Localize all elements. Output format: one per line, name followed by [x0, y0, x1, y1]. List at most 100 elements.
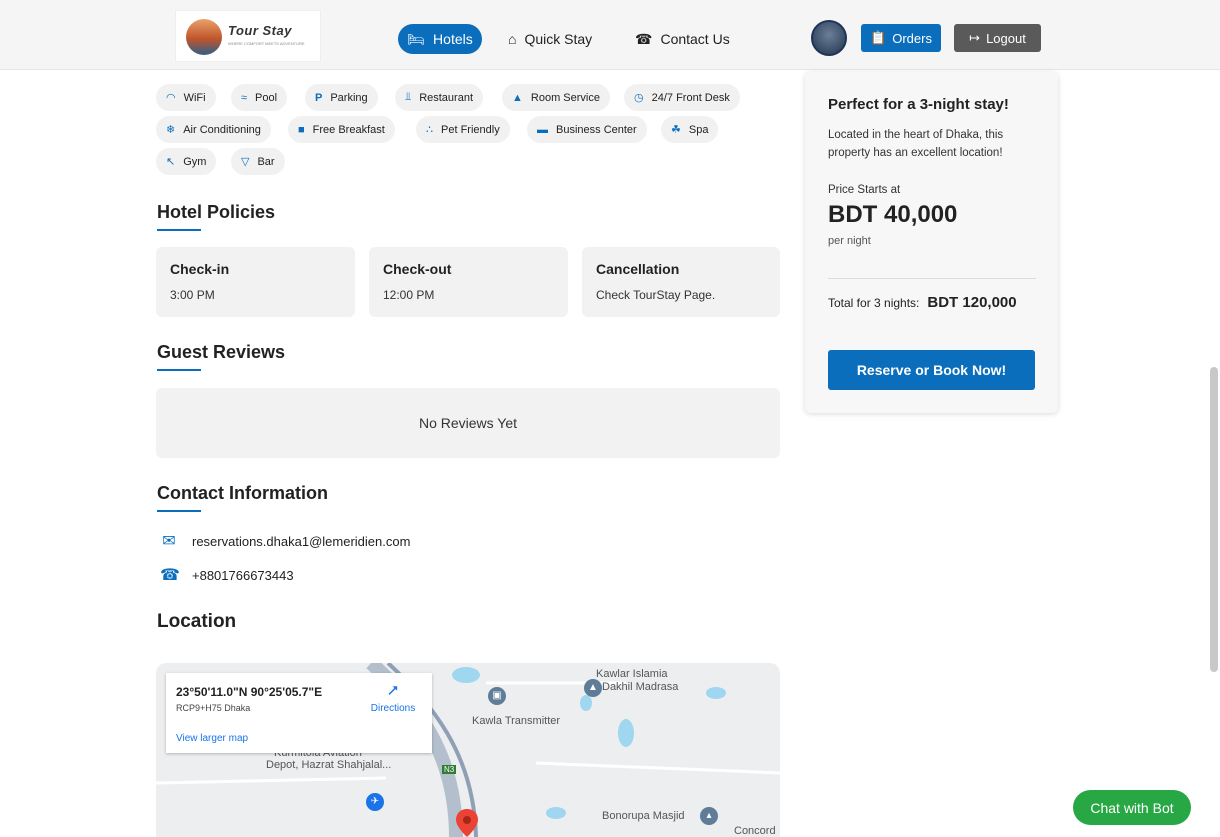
chat-with-bot-button[interactable]: Chat with Bot	[1073, 790, 1191, 825]
amenity-parking: P Parking	[305, 84, 378, 111]
amenity-free-breakfast: ■ Free Breakfast	[288, 116, 395, 143]
amenity-restaurant: ⫫ Restaurant	[395, 84, 483, 111]
cocktail-icon: ▽	[241, 156, 250, 168]
briefcase-icon: ▬	[537, 123, 548, 136]
total-label: Total for 3 nights:	[828, 296, 920, 310]
per-night-label: per night	[828, 235, 871, 247]
view-larger-map-link[interactable]: View larger map	[176, 733, 248, 744]
logo-sun-icon	[186, 19, 222, 55]
orders-button[interactable]: 📋 Orders	[861, 24, 941, 52]
pool-icon: ≈	[241, 91, 248, 104]
policy-title: Check-out	[383, 261, 452, 277]
amenity-label: Gym	[183, 155, 207, 168]
house-icon: ⌂	[508, 31, 517, 47]
amenity-label: 24/7 Front Desk	[651, 91, 730, 104]
coffee-icon: ■	[298, 123, 305, 136]
paw-icon: ∴	[426, 124, 433, 136]
map-label: Concord	[734, 825, 776, 837]
booking-divider	[828, 278, 1036, 279]
utensils-icon: ⫫	[405, 91, 412, 103]
mosque-icon[interactable]: ▴	[700, 807, 718, 825]
map-label: Kawlar Islamia	[596, 668, 668, 680]
logout-icon: ↦	[969, 30, 981, 45]
amenity-label: Pool	[255, 91, 278, 104]
amenity-label: WiFi	[183, 91, 206, 104]
phone-icon: ☎	[635, 30, 653, 47]
spa-icon: ☘	[671, 124, 681, 136]
amenity-front-desk: ◷ 24/7 Front Desk	[624, 84, 740, 111]
amenity-label: Room Service	[530, 91, 600, 104]
booking-description: Located in the heart of Dhaka, this prop…	[828, 129, 1004, 159]
top-navbar: Tour Stay WHERE COMFORT MEETS ADVENTURE …	[0, 0, 1220, 70]
snowflake-icon: ❄	[166, 124, 176, 136]
amenity-wifi: ◠ WiFi	[156, 84, 216, 111]
map-plus-code: RCP9+H75 Dhaka	[176, 703, 251, 713]
clipboard-icon: 📋	[870, 30, 887, 45]
landmark-icon[interactable]: ▣	[488, 687, 506, 705]
amenity-label: Spa	[688, 123, 709, 136]
nav-hotels-label: Hotels	[433, 31, 473, 47]
clock-icon: ◷	[634, 92, 644, 104]
amenity-label: Pet Friendly	[441, 123, 500, 136]
amenity-label: Bar	[257, 155, 275, 168]
school-icon[interactable]: ▲	[584, 679, 602, 697]
amenity-air-conditioning: ❄ Air Conditioning	[156, 116, 271, 143]
contact-email-row[interactable]: ✉ reservations.dhaka1@lemeridien.com	[160, 531, 410, 551]
nav-quick-stay[interactable]: ⌂ Quick Stay	[508, 24, 592, 54]
map-label: Depot, Hazrat Shahjalal...	[266, 759, 392, 771]
contact-email: reservations.dhaka1@lemeridien.com	[192, 533, 411, 549]
contact-phone: +8801766673443	[192, 567, 294, 583]
map-label: Bonorupa Masjid	[602, 810, 685, 822]
policy-value: 12:00 PM	[383, 288, 435, 302]
user-avatar[interactable]	[811, 20, 847, 56]
logout-button[interactable]: ↦ Logout	[954, 24, 1041, 52]
map-label: Kawla Transmitter	[472, 715, 561, 727]
amenity-bar: ▽ Bar	[231, 148, 285, 175]
reviews-heading: Guest Reviews	[157, 342, 286, 362]
price-value: BDT 40,000	[828, 201, 958, 228]
no-reviews-text: No Reviews Yet	[418, 415, 518, 431]
bed-icon: 🛏	[407, 30, 426, 47]
policy-cancellation: Cancellation Check TourStay Page.	[582, 247, 780, 317]
amenity-label: Restaurant	[419, 91, 473, 104]
policy-title: Cancellation	[596, 261, 680, 277]
amenity-pet-friendly: ∴ Pet Friendly	[416, 116, 510, 143]
amenity-label: Business Center	[556, 123, 637, 136]
road-shield-n3: N3	[442, 765, 457, 774]
reviews-empty-box: No Reviews Yet	[156, 388, 780, 458]
map-pin-icon[interactable]	[456, 809, 478, 837]
policy-check-out: Check-out 12:00 PM	[369, 247, 568, 317]
amenity-label: Parking	[330, 91, 368, 104]
total-value: BDT 120,000	[927, 294, 1017, 311]
booking-total: Total for 3 nights: BDT 120,000	[828, 294, 1017, 311]
parking-icon: P	[315, 91, 323, 104]
bell-icon: ▲	[512, 91, 523, 104]
policy-value: Check TourStay Page.	[596, 288, 716, 302]
location-map[interactable]: Kawlar Islamia Dakhil Madrasa Kawla Tran…	[156, 663, 780, 837]
page-scrollbar[interactable]	[1210, 367, 1218, 672]
amenity-pool: ≈ Pool	[231, 84, 288, 111]
nav-hotels[interactable]: 🛏 Hotels	[398, 24, 482, 54]
policy-title: Check-in	[170, 261, 230, 277]
phone-icon: ☎	[160, 567, 180, 584]
amenity-label: Free Breakfast	[312, 123, 385, 136]
airport-icon[interactable]: ✈	[366, 793, 384, 811]
contact-phone-row[interactable]: ☎ +8801766673443	[160, 565, 294, 585]
amenity-room-service: ▲ Room Service	[502, 84, 610, 111]
amenity-gym: ↖ Gym	[156, 148, 217, 175]
price-label: Price Starts at	[828, 184, 901, 196]
policies-underline	[157, 229, 201, 231]
directions-button[interactable]: ⭧ Directions	[368, 683, 418, 714]
dumbbell-icon: ↖	[166, 156, 176, 168]
directions-label: Directions	[370, 703, 416, 714]
reserve-button[interactable]: Reserve or Book Now!	[828, 350, 1035, 390]
wifi-icon: ◠	[166, 92, 176, 104]
map-info-card: 23°50'11.0"N 90°25'05.7"E RCP9+H75 Dhaka…	[166, 673, 432, 753]
orders-label: Orders	[892, 30, 932, 46]
nav-contact-us[interactable]: ☎ Contact Us	[635, 24, 730, 54]
policy-check-in: Check-in 3:00 PM	[156, 247, 355, 317]
map-coordinates: 23°50'11.0"N 90°25'05.7"E	[176, 685, 323, 699]
tourstay-logo[interactable]: Tour Stay WHERE COMFORT MEETS ADVENTURE	[175, 10, 321, 62]
reviews-underline	[157, 369, 201, 371]
directions-icon: ⭧	[387, 683, 399, 700]
